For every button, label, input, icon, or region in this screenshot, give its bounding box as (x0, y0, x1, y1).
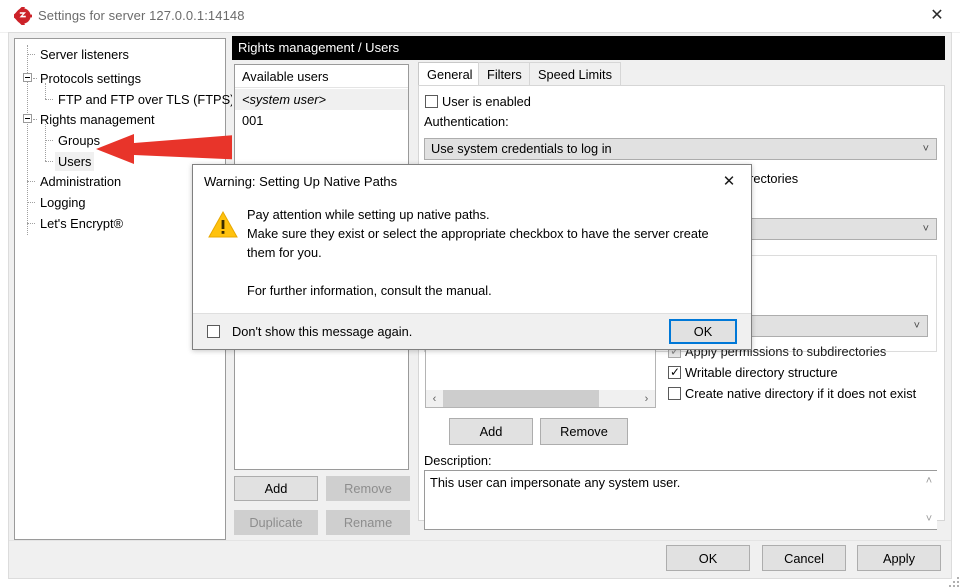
description-vertical-scrollbar[interactable]: ˄ ˅ (921, 471, 937, 529)
writable-directory-structure-checkbox[interactable]: ✓ (668, 366, 681, 379)
sidebar-item-server-listeners[interactable]: Server listeners (37, 45, 132, 64)
sidebar-item-ftp-ftps[interactable]: FTP and FTP over TLS (FTPS) (55, 90, 237, 109)
footer-divider (9, 540, 951, 541)
scrollbar-thumb[interactable] (443, 390, 599, 407)
tab-general[interactable]: General (418, 62, 482, 86)
chevron-down-icon: ˅ (913, 320, 920, 332)
authentication-value: Use system credentials to log in (431, 141, 612, 156)
available-users-header: Available users (235, 65, 408, 88)
warning-triangle-icon (208, 210, 238, 241)
tree-connector (45, 124, 46, 161)
ok-button[interactable]: OK (666, 545, 750, 571)
list-item[interactable]: <system user> (235, 89, 408, 110)
description-label: Description: (424, 453, 492, 468)
native-paths-warning-dialog: Warning: Setting Up Native Paths ✕ Pay a… (192, 164, 752, 350)
scroll-up-icon[interactable]: ˄ (926, 474, 932, 488)
rename-user-button[interactable]: Rename (326, 510, 410, 535)
tree-item-label: FTP and FTP over TLS (FTPS) (58, 92, 235, 107)
sidebar-item-rights-management[interactable]: Rights management (37, 110, 158, 129)
list-item[interactable]: 001 (235, 110, 408, 131)
description-value: This user can impersonate any system use… (430, 475, 681, 490)
dialog-body: Pay attention while setting up native pa… (193, 197, 751, 315)
remove-mount-button[interactable]: Remove (540, 418, 628, 445)
tree-connector (45, 99, 53, 100)
sidebar-item-lets-encrypt[interactable]: Let's Encrypt® (37, 214, 126, 233)
tree-connector (45, 140, 53, 141)
dialog-footer: Don't show this message again. OK (193, 313, 751, 349)
tree-connector (27, 202, 35, 203)
add-user-button[interactable]: Add (234, 476, 318, 501)
user-is-enabled-checkbox[interactable] (425, 95, 438, 108)
scroll-down-icon[interactable]: ˅ (926, 512, 932, 526)
tab-speed-limits[interactable]: Speed Limits (529, 62, 621, 86)
tree-connector (27, 223, 35, 224)
duplicate-user-button[interactable]: Duplicate (234, 510, 318, 535)
sidebar-item-logging[interactable]: Logging (37, 193, 89, 212)
page-title: Rights management / Users (232, 36, 945, 60)
writable-directory-structure-label: Writable directory structure (685, 365, 838, 380)
dont-show-again-checkbox[interactable] (207, 325, 220, 338)
dialog-close-icon[interactable]: ✕ (707, 165, 751, 197)
tab-filters[interactable]: Filters (478, 62, 531, 86)
horizontal-scrollbar[interactable]: ‹ › (426, 390, 655, 407)
cancel-button[interactable]: Cancel (762, 545, 846, 571)
tree-connector (27, 54, 35, 55)
dont-show-again-label: Don't show this message again. (232, 324, 413, 339)
tab-strip: General Filters Speed Limits (418, 62, 945, 86)
title-bar: Settings for server 127.0.0.1:14148 ✕ (0, 0, 960, 33)
tree-item-label: Let's Encrypt® (40, 216, 123, 231)
description-textarea[interactable]: This user can impersonate any system use… (424, 470, 937, 530)
tree-item-label: Rights management (40, 112, 155, 127)
user-name: <system user> (242, 92, 326, 107)
user-is-enabled-label: User is enabled (442, 94, 531, 109)
sidebar-item-protocols-settings[interactable]: Protocols settings (37, 69, 144, 88)
window-title: Settings for server 127.0.0.1:14148 (38, 8, 245, 23)
app-window: Settings for server 127.0.0.1:14148 ✕ Se… (0, 0, 960, 587)
authentication-select[interactable]: Use system credentials to log in ˅ (424, 138, 937, 160)
apply-button[interactable]: Apply (857, 545, 941, 571)
tree-item-label: Administration (40, 174, 122, 189)
dialog-title: Warning: Setting Up Native Paths (204, 174, 398, 189)
tree-item-label: Users (58, 154, 92, 169)
tree-item-label: Logging (40, 195, 86, 210)
sidebar-item-users[interactable]: Users (55, 152, 95, 171)
remove-user-button[interactable]: Remove (326, 476, 410, 501)
dialog-ok-button[interactable]: OK (669, 319, 737, 344)
tree-item-label: Server listeners (40, 47, 129, 62)
authentication-label: Authentication: (424, 114, 509, 129)
dialog-message: Pay attention while setting up native pa… (247, 207, 709, 298)
tree-connector (27, 181, 35, 182)
tree-expander-rights[interactable] (23, 114, 32, 123)
tree-connector (45, 161, 53, 162)
chevron-down-icon: ˅ (922, 223, 929, 235)
tree-item-label: Protocols settings (40, 71, 142, 86)
tree-expander-protocols[interactable] (23, 73, 32, 82)
scroll-right-icon[interactable]: › (638, 393, 655, 405)
create-native-directory-label: Create native directory if it does not e… (685, 386, 917, 401)
scroll-left-icon[interactable]: ‹ (426, 393, 443, 405)
add-mount-button[interactable]: Add (449, 418, 533, 445)
tree-item-label: Groups (58, 133, 100, 148)
create-native-directory-checkbox[interactable] (668, 387, 681, 400)
check-icon: ✓ (670, 365, 681, 379)
tree-connector (45, 83, 46, 99)
sidebar-item-administration[interactable]: Administration (37, 172, 124, 191)
chevron-down-icon: ˅ (922, 143, 929, 155)
user-name: 001 (242, 113, 264, 128)
close-icon[interactable]: ✕ (914, 0, 960, 32)
filezilla-server-icon (12, 5, 32, 27)
